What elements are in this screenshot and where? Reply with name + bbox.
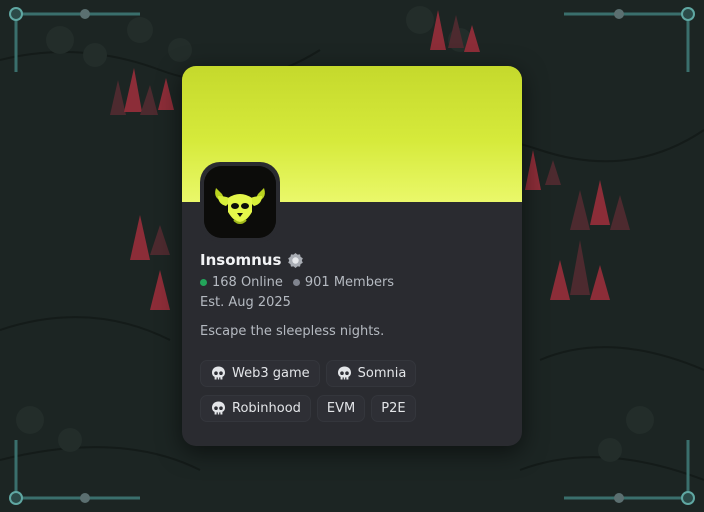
- server-avatar-frame: [200, 162, 280, 242]
- tag-p2e[interactable]: P2E: [371, 395, 416, 422]
- tag-evm[interactable]: EVM: [316, 395, 366, 422]
- corner-ornament-top-left: [9, 7, 140, 72]
- skull-icon: [337, 366, 351, 380]
- server-established-date: Est. Aug 2025: [200, 295, 291, 310]
- server-tags: Web3 game Somnia Robinhood EVM P2E: [200, 360, 510, 430]
- tag-label: Web3 game: [232, 366, 310, 381]
- corner-ornament-bottom-left: [9, 440, 140, 505]
- server-name-row: Insomnus: [200, 251, 304, 269]
- members-status-dot: [292, 279, 300, 286]
- tag-row: Web3 game Somnia: [200, 360, 510, 387]
- tag-somnia[interactable]: Somnia: [325, 360, 417, 387]
- tag-web3-game[interactable]: Web3 game: [200, 360, 320, 387]
- server-description: Escape the sleepless nights.: [200, 324, 385, 339]
- skull-icon: [212, 366, 225, 380]
- tag-label: Somnia: [357, 366, 407, 381]
- tag-row: Robinhood EVM P2E: [200, 395, 510, 422]
- server-profile-card[interactable]: Insomnus 168 Online 901 Members Est. Aug…: [182, 66, 522, 446]
- server-verified-badge-icon[interactable]: [287, 252, 304, 269]
- tag-robinhood[interactable]: Robinhood: [200, 395, 311, 422]
- server-stats: 168 Online 901 Members: [200, 275, 394, 290]
- tag-label: Robinhood: [232, 401, 301, 416]
- tag-label: P2E: [381, 401, 406, 416]
- server-name: Insomnus: [200, 251, 282, 269]
- online-status-dot: [200, 279, 207, 286]
- corner-ornament-bottom-right: [564, 440, 695, 505]
- tag-label: EVM: [326, 401, 356, 416]
- online-count: 168 Online: [212, 275, 283, 290]
- skull-icon: [212, 401, 225, 415]
- server-avatar[interactable]: [204, 166, 276, 238]
- horned-skull-icon: [204, 166, 276, 238]
- member-count: 901 Members: [304, 275, 395, 290]
- corner-ornament-top-right: [564, 7, 695, 72]
